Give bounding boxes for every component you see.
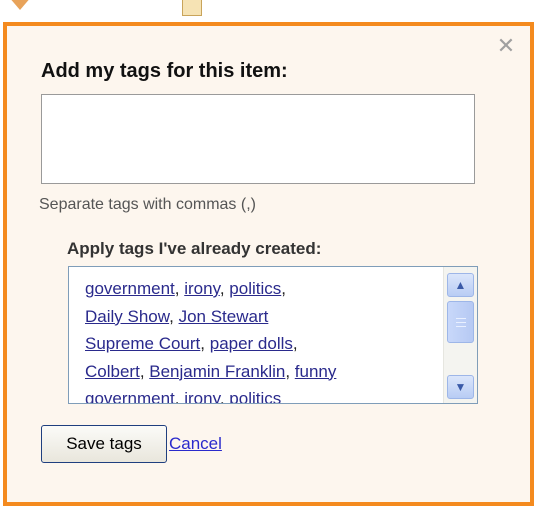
save-tags-button[interactable]: Save tags [41,425,167,463]
tag-separator: , [285,361,295,381]
background-page-strip [0,0,534,22]
tag-input[interactable] [41,94,475,184]
existing-tags-list[interactable]: government, irony, politics, Daily Show, … [68,266,478,404]
scroll-thumb[interactable] [447,301,474,343]
existing-tag-link[interactable]: paper dolls [210,334,293,353]
popup-title: Add my tags for this item: [41,60,288,82]
existing-tag-link[interactable]: Jon Stewart [179,307,269,326]
tag-separator: , [281,279,286,298]
add-tags-popup: ✕ Add my tags for this item: Separate ta… [3,22,534,506]
existing-tag-link[interactable]: funny [295,362,337,381]
tag-separator: , [174,279,185,298]
existing-tag-link[interactable]: government [85,389,175,403]
existing-tag-link[interactable]: irony [184,389,220,403]
existing-tag-link[interactable]: Benjamin Franklin [149,362,285,381]
tag-separator: , [219,389,230,404]
existing-tag-link[interactable]: politics [229,389,281,403]
existing-tags-content: government, irony, politics, Daily Show, … [85,275,445,404]
existing-tag-link[interactable]: politics [229,279,281,298]
tag-separator: , [292,334,298,353]
scroll-up-icon[interactable]: ▲ [447,273,474,297]
existing-tag-link[interactable]: Colbert [85,362,140,381]
existing-tag-link[interactable]: government [85,279,175,298]
cancel-link[interactable]: Cancel [169,434,222,454]
close-icon[interactable]: ✕ [496,36,516,58]
tags-scrollbar[interactable]: ▲ ▼ [443,267,477,403]
existing-tag-link[interactable]: Supreme Court [85,334,200,353]
separator-hint: Separate tags with commas (,) [39,196,256,213]
tag-separator: , [200,334,210,353]
tag-separator: , [139,361,150,381]
existing-tag-link[interactable]: Daily Show [85,307,169,326]
background-arrow-icon [8,0,32,10]
scroll-down-icon[interactable]: ▼ [447,375,474,399]
tag-separator: , [169,306,179,326]
existing-tag-link[interactable]: irony [184,279,220,298]
tag-separator: , [174,389,185,404]
existing-tags-heading: Apply tags I've already created: [67,239,322,258]
tag-separator: , [219,279,230,298]
background-item-icon [182,0,202,16]
